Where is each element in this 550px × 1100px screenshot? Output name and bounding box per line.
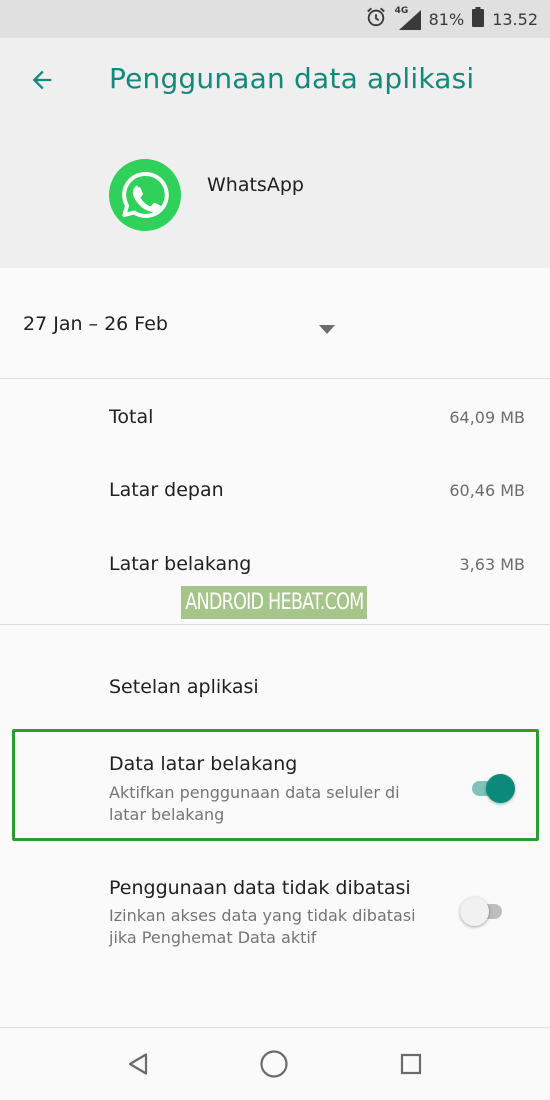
page-title: Penggunaan data aplikasi bbox=[109, 62, 475, 95]
back-nav-icon bbox=[127, 1052, 149, 1080]
unrestricted-data-toggle[interactable] bbox=[460, 893, 512, 929]
usage-label: Total bbox=[109, 406, 154, 428]
pref-title: Penggunaan data tidak dibatasi bbox=[109, 877, 411, 899]
usage-value: 3,63 MB bbox=[459, 555, 526, 574]
recents-nav-button[interactable] bbox=[391, 1046, 431, 1086]
status-bar: 4G 81% 13.52 bbox=[0, 0, 550, 38]
section-divider bbox=[0, 624, 550, 625]
battery-icon bbox=[472, 7, 485, 31]
app-name: WhatsApp bbox=[207, 174, 304, 196]
back-nav-button[interactable] bbox=[118, 1046, 158, 1086]
usage-row-foreground: Latar depan 60,46 MB bbox=[0, 461, 550, 521]
highlight-box bbox=[12, 729, 539, 841]
battery-percent: 81% bbox=[428, 9, 465, 29]
toggle-thumb bbox=[460, 897, 489, 926]
clock: 13.52 bbox=[492, 9, 538, 29]
back-button[interactable] bbox=[22, 62, 62, 102]
usage-label: Latar belakang bbox=[109, 553, 252, 575]
whatsapp-logo-icon bbox=[109, 159, 181, 231]
usage-row-total: Total 64,09 MB bbox=[0, 388, 550, 448]
unrestricted-data-pref[interactable]: Penggunaan data tidak dibatasi Izinkan a… bbox=[0, 855, 550, 965]
usage-label: Latar depan bbox=[109, 479, 224, 501]
cycle-label: 27 Jan – 26 Feb bbox=[23, 313, 168, 335]
pref-summary: Izinkan akses data yang tidak dibatasi j… bbox=[109, 906, 416, 947]
signal-icon: 4G bbox=[395, 6, 421, 30]
cycle-selector[interactable]: 27 Jan – 26 Feb bbox=[0, 268, 550, 379]
usage-value: 60,46 MB bbox=[449, 481, 525, 500]
settings-section-header: Setelan aplikasi bbox=[109, 676, 259, 698]
home-nav-icon bbox=[259, 1049, 289, 1083]
navigation-bar bbox=[0, 1027, 550, 1100]
watermark-text: ANDROID HEBAT.COM bbox=[184, 590, 364, 615]
alarm-icon bbox=[365, 6, 387, 32]
home-nav-button[interactable] bbox=[254, 1046, 294, 1086]
arrow-back-icon bbox=[28, 66, 56, 98]
usage-value: 64,09 MB bbox=[449, 408, 525, 427]
status-icons: 4G 81% 13.52 bbox=[365, 0, 538, 38]
recents-nav-icon bbox=[400, 1053, 422, 1079]
app-header: Penggunaan data aplikasi WhatsApp bbox=[0, 38, 550, 268]
dropdown-arrow-icon bbox=[318, 320, 336, 339]
watermark: ANDROID HEBAT.COM bbox=[181, 586, 367, 619]
